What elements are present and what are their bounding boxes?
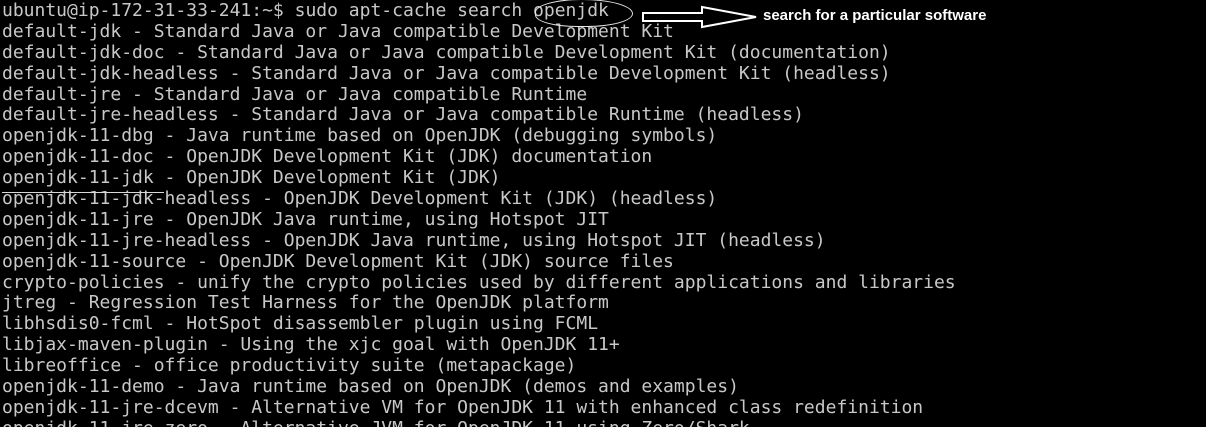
output-line: openjdk-11-jdk - OpenJDK Development Kit… <box>2 167 501 189</box>
output-line: libhsdis0-fcml - HotSpot disassembler pl… <box>2 313 599 335</box>
output-line: default-jdk-headless - Standard Java or … <box>2 62 891 84</box>
search-term-highlight-circle <box>535 0 633 27</box>
terminal-output: ubuntu@ip-172-31-33-241:~$ sudo apt-cach… <box>2 0 956 427</box>
output-line: libjax-maven-plugin - Using the xjc goal… <box>2 334 620 356</box>
shell-prompt: ubuntu@ip-172-31-33-241:~$ <box>2 0 295 21</box>
package-underline-mark <box>2 192 164 193</box>
output-line: default-jre - Standard Java or Java comp… <box>2 83 588 105</box>
output-line: crypto-policies - unify the crypto polic… <box>2 271 956 293</box>
output-line: openjdk-11-jre - OpenJDK Java runtime, u… <box>2 208 609 230</box>
command-text: sudo apt-cache search <box>294 0 534 21</box>
output-line: openjdk-11-jre-headless - OpenJDK Java r… <box>2 229 826 251</box>
output-line: default-jdk - Standard Java or Java comp… <box>2 20 674 42</box>
output-line: openjdk-11-source - OpenJDK Development … <box>2 250 674 272</box>
annotation-label: search for a particular software <box>763 7 987 24</box>
output-line: default-jdk-doc - Standard Java or Java … <box>2 41 891 63</box>
output-line: openjdk-11-doc - OpenJDK Development Kit… <box>2 146 653 168</box>
output-line: libreoffice - office productivity suite … <box>2 355 577 377</box>
terminal-window[interactable]: ubuntu@ip-172-31-33-241:~$ sudo apt-cach… <box>0 0 1206 427</box>
output-line: default-jre-headless - Standard Java or … <box>2 104 804 126</box>
output-line: openjdk-11-jre-dcevm - Alternative VM fo… <box>2 396 924 418</box>
output-line: openjdk-11-demo - Java runtime based on … <box>2 376 739 398</box>
output-line: openjdk-11-dbg - Java runtime based on O… <box>2 125 718 147</box>
annotation-arrow-icon <box>642 5 757 29</box>
output-line: jtreg - Regression Test Harness for the … <box>2 292 609 314</box>
output-line-partial: openjdk-11-jre-zero - Alternative JVM fo… <box>2 419 956 427</box>
